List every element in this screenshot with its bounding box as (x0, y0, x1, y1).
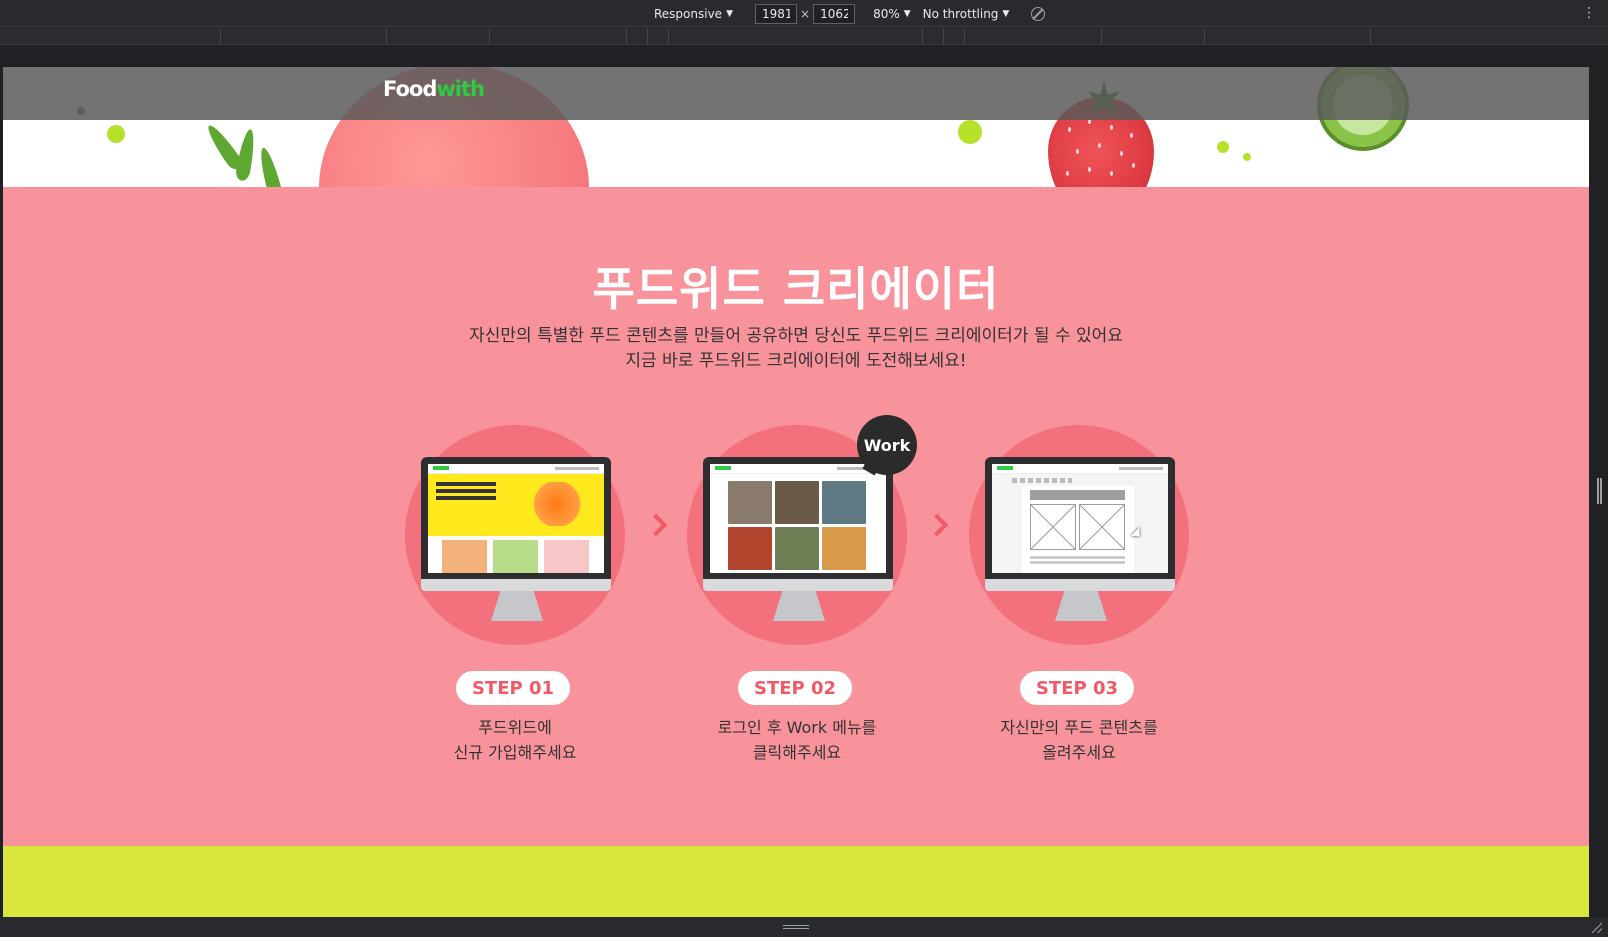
step-description: 로그인 후 Work 메뉴를 클릭해주세요 (657, 715, 937, 765)
step-description-line: 신규 가입해주세요 (453, 743, 577, 762)
food-photo (822, 481, 866, 524)
logo-word-with: with (436, 77, 485, 101)
dot-decoration (1243, 153, 1251, 161)
page-viewport: Foodwith 푸드위드 크리에이터 자신만의 특별한 푸드 콘텐츠를 만들어… (3, 67, 1589, 917)
leaf-illustration (256, 146, 284, 187)
throttling-label: No throttling (922, 6, 999, 21)
wireframe-lines (1030, 556, 1125, 559)
step-description-line: 푸드위드에 (478, 718, 552, 737)
step-label-pill: STEP 02 (738, 671, 852, 705)
step-label-pill: STEP 03 (1020, 671, 1134, 705)
food-photo (775, 481, 819, 524)
height-input[interactable] (813, 3, 856, 24)
mini-logo (433, 466, 449, 470)
image-placeholder (1079, 504, 1125, 550)
work-badge: Work (857, 415, 917, 475)
description-line-1: 자신만의 특별한 푸드 콘텐츠를 만들어 공유하면 당신도 푸드위드 크리에이터… (469, 326, 1123, 346)
caret-down-icon: ▼ (903, 8, 911, 19)
food-photo (775, 527, 819, 570)
work-screen-preview (710, 464, 886, 573)
juice-splash-image (526, 482, 588, 526)
device-mode-label: Responsive (654, 6, 723, 21)
device-toolbar: Responsive ▼ × 80% ▼ No throttling ▼ ⋮ (0, 0, 1608, 27)
dimension-separator: × (800, 6, 811, 21)
wireframe-bar (1030, 490, 1125, 500)
caret-down-icon: ▼ (726, 8, 733, 19)
monitor-illustration (421, 457, 611, 621)
food-tile (493, 540, 538, 573)
logo-word-food: Food (383, 77, 437, 101)
mini-toolbar (1012, 478, 1072, 483)
dot-decoration (958, 120, 982, 144)
more-options-icon[interactable]: ⋮ (1582, 4, 1596, 22)
device-mode-dropdown[interactable]: Responsive ▼ (654, 7, 733, 21)
hero-banner: Foodwith (3, 67, 1589, 187)
mini-text (436, 482, 496, 486)
zoom-dropdown[interactable]: 80% ▼ (873, 7, 911, 21)
food-tile (544, 540, 589, 573)
width-input[interactable] (755, 3, 797, 24)
rotate-disabled-icon[interactable] (1031, 6, 1046, 21)
chevron-right-icon (925, 513, 949, 537)
mini-nav (428, 464, 604, 474)
monitor-chin (985, 579, 1175, 591)
caret-down-icon: ▼ (1002, 8, 1010, 19)
dot-decoration (107, 125, 125, 143)
monitor-chin (703, 579, 893, 591)
image-placeholder (1030, 504, 1076, 550)
next-section-band (3, 846, 1589, 917)
food-photo (728, 481, 772, 524)
signup-screen-preview (428, 464, 604, 573)
screen-frame (421, 457, 611, 579)
monitor-illustration (703, 457, 893, 621)
monitor-stand (491, 591, 543, 621)
site-header (3, 67, 1589, 120)
throttling-dropdown[interactable]: No throttling ▼ (923, 7, 1010, 21)
mini-logo (715, 466, 731, 470)
upload-screen-preview (992, 464, 1168, 573)
dot-decoration (1217, 141, 1229, 153)
step-description-line: 클릭해주세요 (752, 743, 842, 762)
zoom-label: 80% (873, 6, 900, 21)
description-line-2: 지금 바로 푸드위드 크리에이터에 도전해보세요! (625, 351, 967, 371)
mini-links (555, 467, 599, 470)
monitor-stand (1055, 591, 1107, 621)
creator-section: 푸드위드 크리에이터 자신만의 특별한 푸드 콘텐츠를 만들어 공유하면 당신도… (3, 187, 1589, 846)
step-01: STEP 01 푸드위드에 신규 가입해주세요 (405, 425, 629, 762)
screen-frame (985, 457, 1175, 579)
screen-frame (703, 457, 893, 579)
section-description: 자신만의 특별한 푸드 콘텐츠를 만들어 공유하면 당신도 푸드위드 크리에이터… (3, 324, 1589, 374)
food-photo-grid (728, 481, 866, 570)
mini-logo (997, 466, 1013, 470)
step-description: 자신만의 푸드 콘텐츠를 올려주세요 (939, 715, 1219, 765)
food-photo (728, 527, 772, 570)
monitor-chin (421, 579, 611, 591)
mini-nav (710, 464, 886, 474)
food-tile (442, 540, 487, 573)
resize-handle-corner[interactable] (1590, 921, 1602, 933)
step-03: STEP 03 자신만의 푸드 콘텐츠를 올려주세요 (969, 425, 1193, 762)
mini-links (1119, 467, 1163, 470)
section-title: 푸드위드 크리에이터 (592, 262, 1000, 316)
media-query-ruler[interactable] (0, 28, 1608, 45)
monitor-stand (773, 591, 825, 621)
site-logo[interactable]: Foodwith (383, 77, 485, 101)
resize-handle-right[interactable] (1597, 478, 1602, 504)
devtools-bottom-bar (0, 917, 1608, 937)
food-photo (822, 527, 866, 570)
mini-nav (992, 464, 1168, 474)
step-02: Work STEP 02 로그인 후 Work 메뉴를 클릭해주세요 (687, 415, 917, 762)
step-description-line: 로그인 후 Work 메뉴를 (717, 718, 877, 737)
mini-banner (428, 474, 604, 536)
step-label-pill: STEP 01 (456, 671, 570, 705)
step-description-line: 자신만의 푸드 콘텐츠를 (1000, 718, 1158, 737)
resize-handle-bottom[interactable] (783, 925, 809, 929)
step-description-line: 올려주세요 (1042, 743, 1116, 762)
monitor-illustration (985, 457, 1175, 621)
step-description: 푸드위드에 신규 가입해주세요 (375, 715, 655, 765)
mini-tiles (442, 540, 589, 573)
chevron-right-icon (644, 513, 668, 537)
